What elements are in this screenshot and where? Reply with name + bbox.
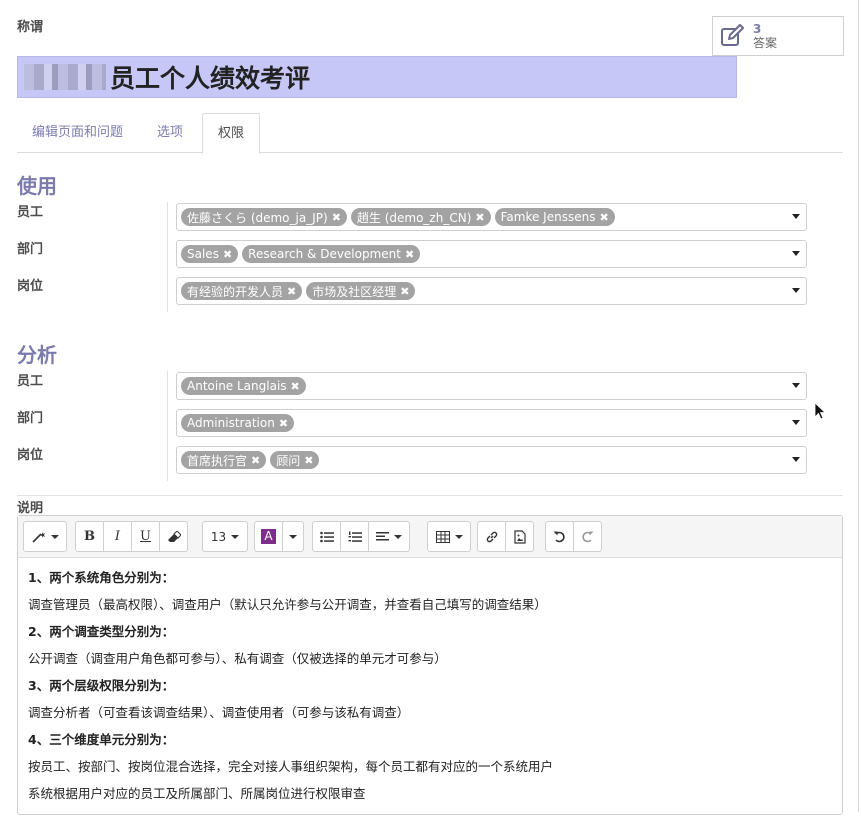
table-dropdown[interactable]: [427, 521, 471, 552]
remove-tag-icon[interactable]: ✖: [400, 285, 409, 298]
tab-options[interactable]: 选项: [142, 113, 198, 153]
remove-tag-icon[interactable]: ✖: [223, 248, 232, 261]
answers-label: 答案: [753, 36, 778, 50]
eraser-icon: [167, 530, 181, 542]
link-button[interactable]: [477, 521, 506, 552]
italic-button[interactable]: I: [103, 521, 132, 552]
remove-tag-icon[interactable]: ✖: [304, 454, 313, 467]
tag: 趙生 (demo_zh_CN) ✖: [350, 208, 491, 226]
dropdown-caret-icon[interactable]: [792, 420, 800, 425]
remove-tag-icon[interactable]: ✖: [287, 285, 296, 298]
tab-permissions[interactable]: 权限: [202, 113, 261, 154]
survey-title-input[interactable]: 员工个人绩效考评: [17, 56, 737, 98]
usage-job-label: 岗位: [17, 279, 44, 294]
redo-button[interactable]: [573, 521, 602, 552]
usage-job-field[interactable]: 有经验的开发人员 ✖ 市场及社区经理 ✖: [176, 277, 807, 305]
align-left-icon: [376, 531, 389, 540]
page-right-border: [858, 0, 859, 812]
text-color-icon: A: [261, 529, 276, 544]
content-line: 3、两个层级权限分别为：: [28, 678, 175, 693]
remove-tag-icon[interactable]: ✖: [475, 211, 484, 224]
link-icon: [486, 531, 497, 542]
usage-department-label: 部门: [17, 242, 44, 257]
title-field-label: 称谓: [17, 20, 44, 35]
content-line: 系统根据用户对应的员工及所属部门、所属岗位进行权限审查: [28, 786, 366, 801]
dropdown-caret-icon[interactable]: [792, 288, 800, 293]
description-label: 说明: [17, 501, 44, 516]
underline-button[interactable]: U: [131, 521, 160, 552]
remove-tag-icon[interactable]: ✖: [251, 454, 260, 467]
content-line: 2、两个调查类型分别为：: [28, 624, 175, 639]
redo-icon: [582, 531, 594, 543]
tag: 有经验的开发人员 ✖: [181, 282, 303, 300]
tab-edit-pages[interactable]: 编辑页面和问题: [17, 113, 138, 153]
content-line: 调查管理员（最高权限）、调查用户（默认只允许参与公开调查，并查看自己填写的调查结…: [28, 597, 547, 612]
section-separator: [17, 495, 843, 496]
editor-content[interactable]: 1、两个系统角色分别为： 调查管理员（最高权限）、调查用户（默认只允许参与公开调…: [18, 558, 842, 821]
answers-stat-button[interactable]: 3 答案: [712, 16, 844, 56]
undo-icon: [553, 531, 565, 543]
usage-group-title: 使用: [17, 174, 57, 198]
tag: 顾问 ✖: [270, 451, 320, 469]
tag: Famke Jenssens ✖: [494, 208, 615, 226]
usage-department-field[interactable]: Sales ✖ Research & Development ✖: [176, 240, 807, 268]
style-wand-button[interactable]: [23, 521, 67, 552]
remove-tag-icon[interactable]: ✖: [332, 211, 341, 224]
usage-divider: [167, 202, 168, 312]
text-color-button[interactable]: A: [254, 521, 283, 552]
remove-tag-icon[interactable]: ✖: [405, 248, 414, 261]
numbered-list-icon: [348, 531, 362, 542]
usage-employee-field[interactable]: 佐藤さくら (demo_ja_JP) ✖ 趙生 (demo_zh_CN) ✖ Fam…: [176, 203, 807, 231]
description-editor[interactable]: B I U 13 A 1、两个系统角色分别为： 调查管理员（最高权限）、调查用户…: [17, 515, 843, 815]
numbered-list-button[interactable]: [340, 521, 369, 552]
survey-title-text: 员工个人绩效考评: [110, 64, 311, 93]
analysis-group-title: 分析: [17, 343, 57, 367]
remove-tag-icon[interactable]: ✖: [599, 211, 608, 224]
dropdown-caret-icon[interactable]: [792, 383, 800, 388]
image-file-icon: [513, 529, 526, 544]
image-button[interactable]: [505, 521, 534, 552]
mouse-pointer-icon: [814, 402, 827, 424]
edit-icon: [713, 24, 753, 48]
analysis-employee-field[interactable]: Antoine Langlais ✖: [176, 372, 807, 400]
eraser-button[interactable]: [159, 521, 188, 552]
analysis-divider: [167, 371, 168, 481]
magic-wand-icon: [31, 531, 45, 543]
bullet-list-icon: [319, 531, 334, 542]
tag: Administration ✖: [181, 414, 295, 432]
content-line: 公开调查（调查用户角色都可参与）、私有调查（仅被选择的单元才可参与）: [28, 651, 447, 666]
font-size-dropdown[interactable]: 13: [202, 521, 248, 552]
dropdown-caret-icon[interactable]: [792, 457, 800, 462]
tag: Research & Development ✖: [242, 245, 421, 263]
answers-count: 3: [753, 22, 762, 36]
remove-tag-icon[interactable]: ✖: [291, 380, 300, 393]
redacted-prefix: [24, 64, 106, 90]
editor-toolbar: B I U 13 A: [18, 516, 842, 558]
tag: 佐藤さくら (demo_ja_JP) ✖: [181, 208, 347, 226]
analysis-job-field[interactable]: 首席执行官 ✖ 顾问 ✖: [176, 446, 807, 474]
tag: 首席执行官 ✖: [181, 451, 267, 469]
undo-button[interactable]: [545, 521, 574, 552]
content-line: 1、两个系统角色分别为：: [28, 570, 175, 585]
analysis-department-label: 部门: [17, 411, 44, 426]
analysis-job-label: 岗位: [17, 448, 44, 463]
tag: Antoine Langlais ✖: [181, 377, 306, 395]
dropdown-caret-icon[interactable]: [792, 214, 800, 219]
text-color-dropdown[interactable]: [282, 521, 304, 552]
tag: Sales ✖: [181, 245, 239, 263]
analysis-department-field[interactable]: Administration ✖: [176, 409, 807, 437]
align-dropdown[interactable]: [368, 521, 410, 552]
tag: 市场及社区经理 ✖: [306, 282, 416, 300]
dropdown-caret-icon[interactable]: [792, 251, 800, 256]
usage-employee-label: 员工: [17, 205, 44, 220]
content-line: 按员工、按部门、按岗位混合选择，完全对接人事组织架构，每个员工都有对应的一个系统…: [28, 759, 554, 774]
remove-tag-icon[interactable]: ✖: [279, 417, 288, 430]
table-icon: [435, 530, 450, 543]
form-tabs: 编辑页面和问题 选项 权限: [17, 113, 843, 154]
bullet-list-button[interactable]: [312, 521, 341, 552]
content-line: 4、三个维度单元分别为：: [28, 732, 175, 747]
content-line: 调查分析者（可查看该调查结果）、调查使用者（可参与该私有调查）: [28, 705, 410, 720]
analysis-employee-label: 员工: [17, 374, 44, 389]
bold-button[interactable]: B: [75, 521, 104, 552]
